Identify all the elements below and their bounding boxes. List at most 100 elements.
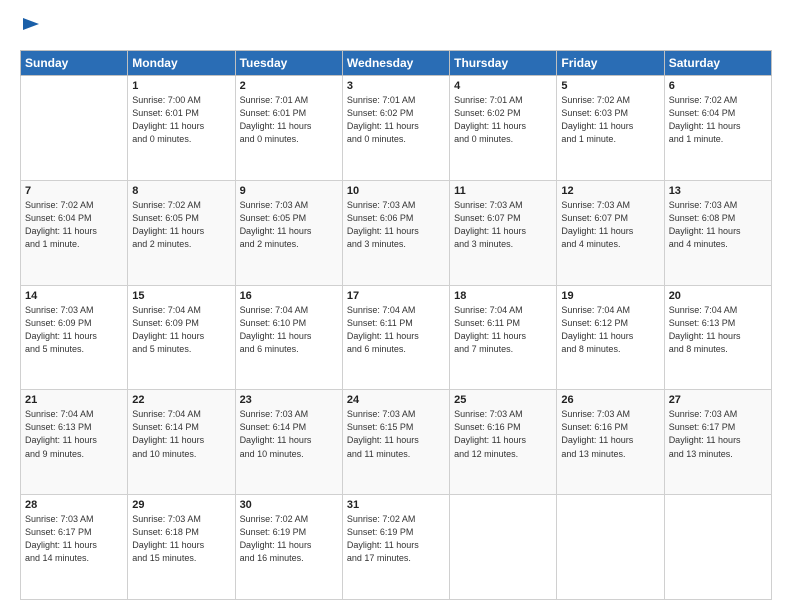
calendar-cell: 6 Sunrise: 7:02 AM Sunset: 6:04 PM Daylig…	[664, 76, 771, 181]
day-header-monday: Monday	[128, 51, 235, 76]
day-info: Sunrise: 7:02 AM Sunset: 6:19 PM Dayligh…	[240, 513, 338, 565]
day-number: 12	[561, 185, 659, 197]
calendar-cell: 9 Sunrise: 7:03 AM Sunset: 6:05 PM Daylig…	[235, 180, 342, 285]
week-row-2: 7 Sunrise: 7:02 AM Sunset: 6:04 PM Daylig…	[21, 180, 772, 285]
day-number: 21	[25, 394, 123, 406]
calendar-cell: 24 Sunrise: 7:03 AM Sunset: 6:15 PM Dayli…	[342, 390, 449, 495]
calendar-cell: 27 Sunrise: 7:03 AM Sunset: 6:17 PM Dayli…	[664, 390, 771, 495]
calendar-cell: 12 Sunrise: 7:03 AM Sunset: 6:07 PM Dayli…	[557, 180, 664, 285]
day-info: Sunrise: 7:02 AM Sunset: 6:04 PM Dayligh…	[669, 94, 767, 146]
day-info: Sunrise: 7:03 AM Sunset: 6:09 PM Dayligh…	[25, 304, 123, 356]
day-number: 10	[347, 185, 445, 197]
calendar-cell	[664, 495, 771, 600]
day-number: 7	[25, 185, 123, 197]
day-number: 24	[347, 394, 445, 406]
day-number: 27	[669, 394, 767, 406]
day-info: Sunrise: 7:03 AM Sunset: 6:08 PM Dayligh…	[669, 199, 767, 251]
day-number: 15	[132, 290, 230, 302]
day-number: 9	[240, 185, 338, 197]
calendar-cell: 22 Sunrise: 7:04 AM Sunset: 6:14 PM Dayli…	[128, 390, 235, 495]
calendar-cell: 31 Sunrise: 7:02 AM Sunset: 6:19 PM Dayli…	[342, 495, 449, 600]
calendar-cell: 8 Sunrise: 7:02 AM Sunset: 6:05 PM Daylig…	[128, 180, 235, 285]
day-number: 6	[669, 80, 767, 92]
calendar-cell: 10 Sunrise: 7:03 AM Sunset: 6:06 PM Dayli…	[342, 180, 449, 285]
calendar-cell: 17 Sunrise: 7:04 AM Sunset: 6:11 PM Dayli…	[342, 285, 449, 390]
day-info: Sunrise: 7:00 AM Sunset: 6:01 PM Dayligh…	[132, 94, 230, 146]
day-header-tuesday: Tuesday	[235, 51, 342, 76]
day-info: Sunrise: 7:04 AM Sunset: 6:11 PM Dayligh…	[454, 304, 552, 356]
logo	[20, 16, 42, 40]
day-info: Sunrise: 7:03 AM Sunset: 6:14 PM Dayligh…	[240, 408, 338, 460]
calendar-cell: 29 Sunrise: 7:03 AM Sunset: 6:18 PM Dayli…	[128, 495, 235, 600]
day-info: Sunrise: 7:04 AM Sunset: 6:11 PM Dayligh…	[347, 304, 445, 356]
calendar-cell: 3 Sunrise: 7:01 AM Sunset: 6:02 PM Daylig…	[342, 76, 449, 181]
day-info: Sunrise: 7:02 AM Sunset: 6:19 PM Dayligh…	[347, 513, 445, 565]
day-info: Sunrise: 7:02 AM Sunset: 6:05 PM Dayligh…	[132, 199, 230, 251]
calendar-cell: 14 Sunrise: 7:03 AM Sunset: 6:09 PM Dayli…	[21, 285, 128, 390]
calendar-cell: 30 Sunrise: 7:02 AM Sunset: 6:19 PM Dayli…	[235, 495, 342, 600]
calendar-cell: 4Sunrise: 7:01 AM Sunset: 6:02 PM Daylig…	[450, 76, 557, 181]
header	[20, 16, 772, 40]
calendar-cell: 28 Sunrise: 7:03 AM Sunset: 6:17 PM Dayli…	[21, 495, 128, 600]
calendar-cell: 15Sunrise: 7:04 AM Sunset: 6:09 PM Dayli…	[128, 285, 235, 390]
header-row: SundayMondayTuesdayWednesdayThursdayFrid…	[21, 51, 772, 76]
day-info: Sunrise: 7:04 AM Sunset: 6:14 PM Dayligh…	[132, 408, 230, 460]
day-info: Sunrise: 7:04 AM Sunset: 6:12 PM Dayligh…	[561, 304, 659, 356]
day-number: 5	[561, 80, 659, 92]
day-number: 23	[240, 394, 338, 406]
calendar-cell	[21, 76, 128, 181]
day-number: 4	[454, 80, 552, 92]
calendar-cell: 2 Sunrise: 7:01 AM Sunset: 6:01 PM Daylig…	[235, 76, 342, 181]
day-number: 25	[454, 394, 552, 406]
day-number: 31	[347, 499, 445, 511]
day-info: Sunrise: 7:01 AM Sunset: 6:01 PM Dayligh…	[240, 94, 338, 146]
day-number: 22	[132, 394, 230, 406]
day-info: Sunrise: 7:03 AM Sunset: 6:16 PM Dayligh…	[454, 408, 552, 460]
day-header-friday: Friday	[557, 51, 664, 76]
day-number: 3	[347, 80, 445, 92]
day-info: Sunrise: 7:03 AM Sunset: 6:17 PM Dayligh…	[25, 513, 123, 565]
day-info: Sunrise: 7:03 AM Sunset: 6:16 PM Dayligh…	[561, 408, 659, 460]
day-header-wednesday: Wednesday	[342, 51, 449, 76]
calendar-cell: 7 Sunrise: 7:02 AM Sunset: 6:04 PM Daylig…	[21, 180, 128, 285]
day-number: 14	[25, 290, 123, 302]
calendar-cell: 13 Sunrise: 7:03 AM Sunset: 6:08 PM Dayli…	[664, 180, 771, 285]
day-number: 17	[347, 290, 445, 302]
day-info: Sunrise: 7:03 AM Sunset: 6:18 PM Dayligh…	[132, 513, 230, 565]
calendar-cell: 5Sunrise: 7:02 AM Sunset: 6:03 PM Daylig…	[557, 76, 664, 181]
calendar-cell: 16 Sunrise: 7:04 AM Sunset: 6:10 PM Dayli…	[235, 285, 342, 390]
day-info: Sunrise: 7:03 AM Sunset: 6:07 PM Dayligh…	[561, 199, 659, 251]
day-info: Sunrise: 7:03 AM Sunset: 6:05 PM Dayligh…	[240, 199, 338, 251]
calendar-cell: 19 Sunrise: 7:04 AM Sunset: 6:12 PM Dayli…	[557, 285, 664, 390]
day-info: Sunrise: 7:03 AM Sunset: 6:17 PM Dayligh…	[669, 408, 767, 460]
day-number: 18	[454, 290, 552, 302]
day-number: 29	[132, 499, 230, 511]
day-header-sunday: Sunday	[21, 51, 128, 76]
day-number: 8	[132, 185, 230, 197]
calendar-cell: 26 Sunrise: 7:03 AM Sunset: 6:16 PM Dayli…	[557, 390, 664, 495]
day-number: 19	[561, 290, 659, 302]
day-info: Sunrise: 7:04 AM Sunset: 6:10 PM Dayligh…	[240, 304, 338, 356]
day-info: Sunrise: 7:04 AM Sunset: 6:13 PM Dayligh…	[669, 304, 767, 356]
day-number: 26	[561, 394, 659, 406]
calendar-cell: 18 Sunrise: 7:04 AM Sunset: 6:11 PM Dayli…	[450, 285, 557, 390]
logo-text	[20, 16, 42, 40]
day-number: 13	[669, 185, 767, 197]
day-header-saturday: Saturday	[664, 51, 771, 76]
day-number: 30	[240, 499, 338, 511]
day-info: Sunrise: 7:03 AM Sunset: 6:06 PM Dayligh…	[347, 199, 445, 251]
week-row-5: 28 Sunrise: 7:03 AM Sunset: 6:17 PM Dayli…	[21, 495, 772, 600]
day-number: 20	[669, 290, 767, 302]
day-number: 28	[25, 499, 123, 511]
day-number: 16	[240, 290, 338, 302]
page: SundayMondayTuesdayWednesdayThursdayFrid…	[0, 0, 792, 612]
day-number: 2	[240, 80, 338, 92]
day-number: 11	[454, 185, 552, 197]
day-info: Sunrise: 7:01 AM Sunset: 6:02 PM Dayligh…	[347, 94, 445, 146]
calendar-table: SundayMondayTuesdayWednesdayThursdayFrid…	[20, 50, 772, 600]
calendar-cell	[557, 495, 664, 600]
week-row-3: 14 Sunrise: 7:03 AM Sunset: 6:09 PM Dayli…	[21, 285, 772, 390]
day-info: Sunrise: 7:03 AM Sunset: 6:15 PM Dayligh…	[347, 408, 445, 460]
day-info: Sunrise: 7:02 AM Sunset: 6:04 PM Dayligh…	[25, 199, 123, 251]
day-header-thursday: Thursday	[450, 51, 557, 76]
